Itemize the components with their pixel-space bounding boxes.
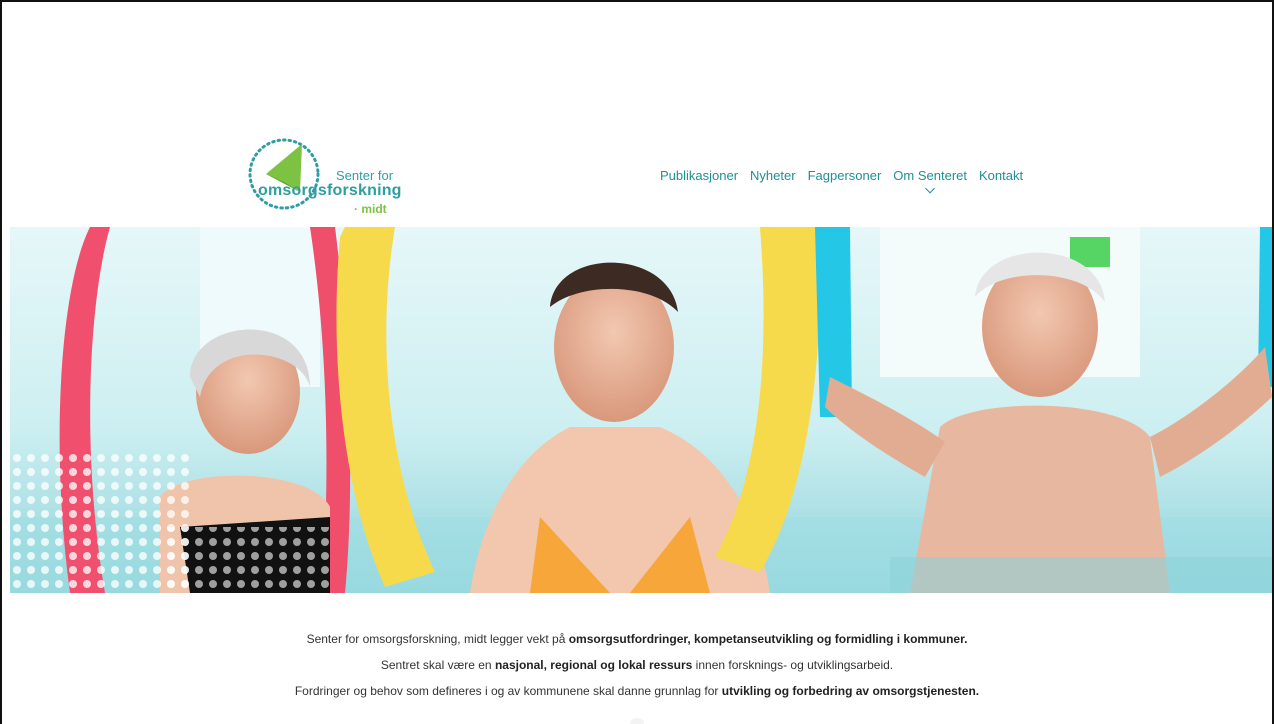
main-nav: Publikasjoner Nyheter Fagpersoner Om Sen… xyxy=(660,168,1023,194)
nav-item-nyheter[interactable]: Nyheter xyxy=(750,168,796,183)
intro-line-1-bold: omsorgsutfordringer, kompetanseutvikling… xyxy=(568,632,968,646)
intro-line-1-text: Senter for omsorgsforskning, midt legger… xyxy=(306,632,569,646)
logo-kite-icon xyxy=(248,138,320,210)
logo-text-senter-for: Senter for xyxy=(336,168,394,183)
intro-text: Senter for omsorgsforskning, midt legger… xyxy=(2,626,1272,704)
intro-line-3: Fordringer og behov som defineres i og a… xyxy=(2,678,1272,704)
hero-image xyxy=(10,227,1272,593)
logo-text-midt: · midt xyxy=(354,202,387,216)
chevron-down-icon[interactable] xyxy=(925,183,936,194)
intro-line-3-text: Fordringer og behov som defineres i og a… xyxy=(294,684,722,698)
intro-line-2-text: Sentret skal være en xyxy=(380,658,495,672)
intro-line-2: Sentret skal være en nasjonal, regional … xyxy=(2,652,1272,678)
nav-item-publikasjoner[interactable]: Publikasjoner xyxy=(660,168,738,183)
intro-line-2-bold: nasjonal, regional og lokal ressurs xyxy=(494,658,693,672)
intro-line-1: Senter for omsorgsforskning, midt legger… xyxy=(2,626,1272,652)
hero-illustration xyxy=(10,227,1272,593)
scroll-indicator xyxy=(630,718,644,724)
nav-item-om-senteret-label: Om Senteret xyxy=(893,168,967,183)
logo-text-omsorgsforskning: omsorgsforskning xyxy=(258,182,402,199)
nav-item-om-senteret[interactable]: Om Senteret xyxy=(893,168,967,194)
nav-item-kontakt[interactable]: Kontakt xyxy=(979,168,1023,183)
page-frame: Senter for omsorgsforskning · midt Publi… xyxy=(0,0,1274,724)
intro-line-2-text-end: innen forsknings- og utviklingsarbeid. xyxy=(692,658,894,672)
intro-line-3-bold: utvikling og forbedring av omsorgstjenes… xyxy=(721,684,980,698)
nav-item-fagpersoner[interactable]: Fagpersoner xyxy=(808,168,882,183)
site-logo[interactable]: Senter for omsorgsforskning · midt xyxy=(244,134,404,224)
